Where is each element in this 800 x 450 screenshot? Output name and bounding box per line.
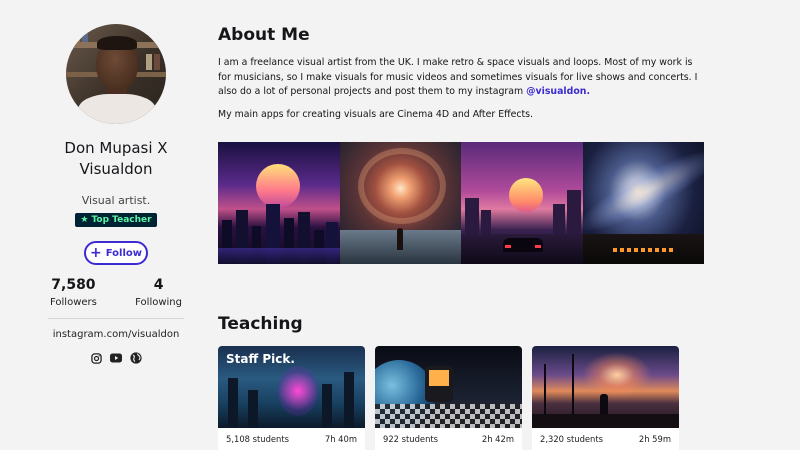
- followers-label: Followers: [50, 297, 97, 308]
- star-icon: ★: [80, 215, 89, 225]
- class-duration: 2h 59m: [638, 434, 671, 444]
- staff-pick-badge: Staff Pick.: [226, 352, 295, 366]
- class-card[interactable]: Staff Pick. 5,108 students 7h 40m: [218, 346, 365, 450]
- class-students: 2,320 students: [540, 434, 604, 444]
- portfolio-gallery: [218, 142, 704, 264]
- class-students: 922 students: [383, 434, 439, 444]
- gallery-image-galaxy[interactable]: [582, 142, 704, 264]
- followers-stat[interactable]: 7,580 Followers: [50, 277, 97, 308]
- profile-sidebar: Don Mupasi X Visualdon Visual artist. ★ …: [42, 0, 190, 364]
- about-title: About Me: [218, 25, 310, 45]
- class-thumbnail: [375, 346, 522, 428]
- class-thumbnail: [532, 346, 679, 428]
- gallery-image-sunset-road[interactable]: [461, 142, 583, 264]
- gallery-image-vortex[interactable]: [339, 142, 461, 264]
- class-cards: Staff Pick. 5,108 students 7h 40m 922 st…: [218, 346, 679, 450]
- teaching-title: Teaching: [218, 314, 303, 334]
- about-paragraph-2: My main apps for creating visuals are Ci…: [218, 108, 534, 120]
- about-text: I am a freelance visual artist from the …: [218, 56, 704, 122]
- youtube-icon[interactable]: [110, 352, 122, 364]
- about-paragraph-1: I am a freelance visual artist from the …: [218, 56, 704, 100]
- class-duration: 7h 40m: [324, 434, 357, 444]
- about-paragraph-1-text: I am a freelance visual artist from the …: [218, 57, 698, 97]
- profile-name: Don Mupasi X Visualdon: [64, 139, 168, 178]
- instagram-handle-link[interactable]: @visualdon.: [526, 86, 590, 97]
- plus-icon: +: [90, 245, 102, 261]
- globe-icon[interactable]: [130, 352, 142, 364]
- top-teacher-badge: ★ Top Teacher: [75, 213, 157, 227]
- top-teacher-label: Top Teacher: [91, 215, 152, 225]
- follow-label: Follow: [105, 247, 142, 259]
- gallery-image-retro-city[interactable]: [218, 142, 340, 264]
- following-label: Following: [135, 297, 182, 308]
- class-thumbnail: Staff Pick.: [218, 346, 365, 428]
- avatar: [66, 24, 166, 124]
- sidebar-divider: [48, 318, 184, 319]
- social-links: [90, 352, 142, 364]
- class-card[interactable]: 2,320 students 2h 59m: [532, 346, 679, 450]
- class-students: 5,108 students: [226, 434, 290, 444]
- profile-role: Visual artist.: [81, 194, 151, 207]
- followers-count: 7,580: [51, 277, 96, 293]
- profile-stats: 7,580 Followers 4 Following: [48, 277, 184, 308]
- following-count: 4: [153, 277, 164, 293]
- instagram-icon[interactable]: [90, 352, 102, 364]
- website-link[interactable]: instagram.com/visualdon: [53, 329, 180, 340]
- following-stat[interactable]: 4 Following: [135, 277, 182, 308]
- class-duration: 2h 42m: [481, 434, 514, 444]
- class-card[interactable]: 922 students 2h 42m: [375, 346, 522, 450]
- follow-button[interactable]: + Follow: [84, 241, 148, 265]
